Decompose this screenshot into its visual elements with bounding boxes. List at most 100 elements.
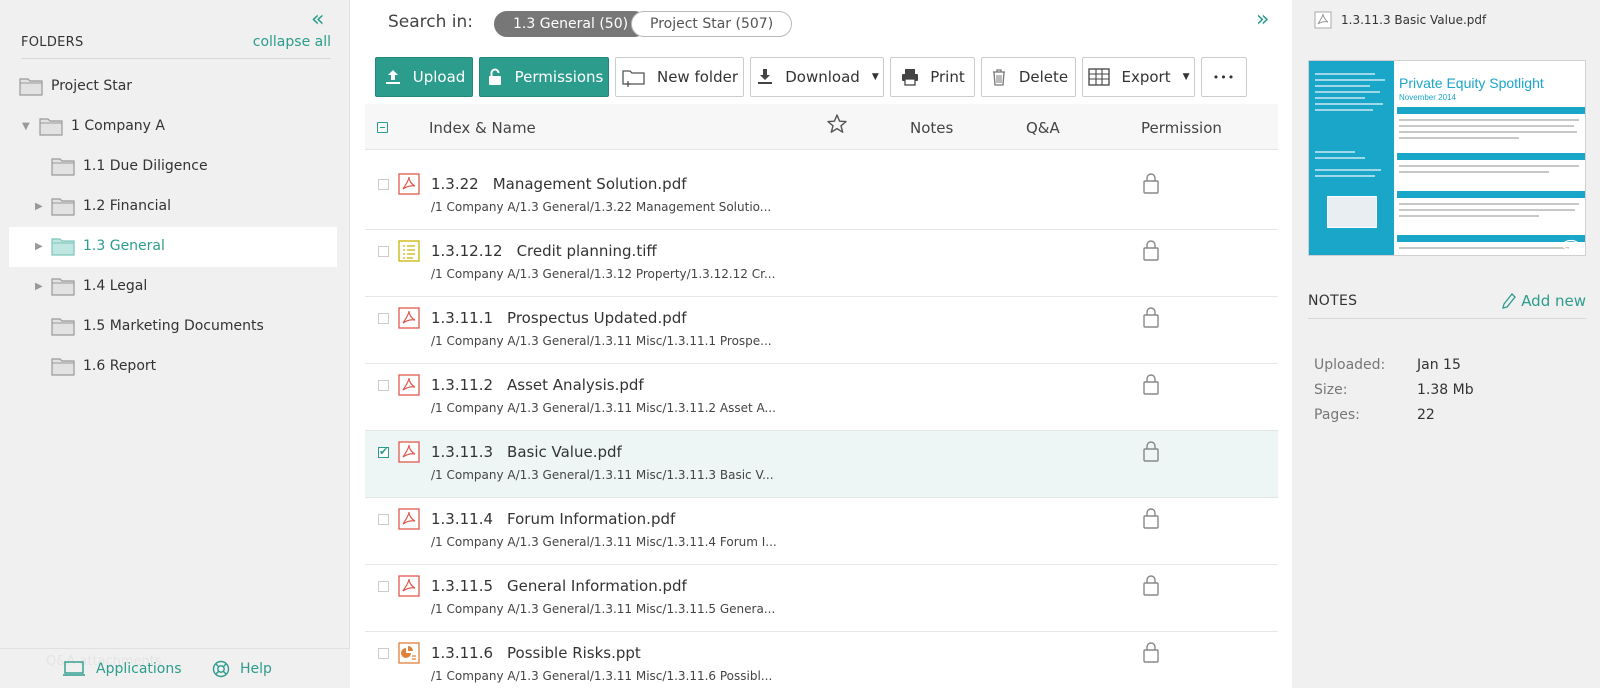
file-path: /1 Company A/1.3 General/1.3.11 Misc/1.3… (431, 602, 776, 616)
sidebar-item-folder[interactable]: 1.5 Marketing Documents (9, 307, 337, 347)
file-path: /1 Company A/1.3 General/1.3.11 Misc/1.3… (431, 401, 776, 415)
table-header: Index & Name Notes Q&A Permission (365, 104, 1278, 150)
delete-button[interactable]: Delete (981, 57, 1076, 97)
table-row[interactable]: 1.3.12.12 Credit planning.tiff/1 Company … (365, 230, 1278, 297)
table-row[interactable]: 1.3.22 Management Solution.pdf/1 Company … (365, 163, 1278, 230)
table-row[interactable]: 1.3.11.6 Possible Risks.ppt/1 Company A/1… (365, 632, 1278, 688)
table-row[interactable]: 1.3.11.4 Forum Information.pdf/1 Company … (365, 498, 1278, 565)
file-title[interactable]: 1.3.22 Management Solution.pdf (431, 175, 687, 193)
lock-icon[interactable] (1142, 239, 1160, 261)
permissions-button[interactable]: Permissions (479, 57, 609, 97)
eye-icon[interactable] (1561, 239, 1581, 251)
download-button[interactable]: Download ▼ (750, 57, 884, 97)
row-checkbox[interactable]: ✔ (378, 445, 389, 458)
table-row[interactable]: ✔ 1.3.11.3 Basic Value.pdf/1 Company A/1.3… (365, 431, 1278, 498)
row-checkbox[interactable] (378, 313, 389, 324)
upload-button[interactable]: Upload (375, 57, 473, 97)
row-checkbox[interactable] (378, 648, 389, 659)
file-rows: 1.3.22 Management Solution.pdf/1 Company … (365, 163, 1278, 688)
new-folder-button[interactable]: New folder (615, 57, 744, 97)
sidebar-item-folder[interactable]: ▼ 1 Company A (9, 107, 337, 147)
caret-right-icon[interactable]: ▶ (35, 281, 43, 292)
expand-details-icon[interactable]: » (1256, 9, 1269, 31)
preview-title: Private Equity Spotlight (1399, 75, 1544, 91)
file-list-panel: Search in: 1.3 General (50) Project Star… (351, 0, 1292, 688)
file-title[interactable]: 1.3.11.4 Forum Information.pdf (431, 510, 675, 528)
applications-link[interactable]: Applications (62, 660, 182, 678)
pdf-file-icon (398, 508, 420, 530)
col-permission[interactable]: Permission (1141, 119, 1222, 137)
print-button[interactable]: Print (890, 57, 975, 97)
sidebar-item-label: 1.2 Financial (83, 198, 172, 214)
table-row[interactable]: 1.3.11.2 Asset Analysis.pdf/1 Company A/1… (365, 364, 1278, 431)
file-title[interactable]: 1.3.11.5 General Information.pdf (431, 577, 687, 595)
lock-icon[interactable] (1142, 373, 1160, 395)
row-checkbox[interactable] (378, 179, 389, 190)
folder-icon (19, 76, 43, 96)
lock-icon[interactable] (1142, 641, 1160, 663)
export-button[interactable]: Export ▼ (1082, 57, 1195, 97)
lock-icon[interactable] (1142, 172, 1160, 194)
file-index: 1.3.11.6 (431, 644, 494, 662)
file-index: 1.3.11.5 (431, 577, 494, 595)
caret-right-icon[interactable]: ▶ (35, 201, 43, 212)
row-checkbox[interactable] (378, 581, 389, 592)
trash-icon (992, 69, 1005, 86)
help-link[interactable]: Help (212, 660, 272, 678)
select-all-checkbox[interactable] (377, 122, 388, 133)
row-checkbox[interactable] (378, 380, 389, 391)
pencil-icon (1502, 293, 1517, 309)
row-checkbox[interactable] (378, 514, 389, 525)
file-index: 1.3.12.12 (431, 242, 503, 260)
collapse-all-link[interactable]: collapse all (253, 34, 331, 50)
lock-icon[interactable] (1142, 440, 1160, 462)
upload-icon (385, 70, 400, 84)
lock-icon[interactable] (1142, 507, 1160, 529)
collapse-sidebar-icon[interactable]: « (311, 9, 324, 31)
folder-icon (51, 156, 75, 176)
file-title[interactable]: 1.3.11.1 Prospectus Updated.pdf (431, 309, 687, 327)
table-row[interactable]: 1.3.11.5 General Information.pdf/1 Compan… (365, 565, 1278, 632)
file-title[interactable]: 1.3.11.2 Asset Analysis.pdf (431, 376, 644, 394)
meta-value: 1.38 Mb (1417, 382, 1474, 398)
search-scope-project[interactable]: Project Star (507) (631, 11, 793, 37)
new-folder-label: New folder (656, 68, 739, 86)
more-actions-button[interactable]: ••• (1201, 57, 1247, 97)
caret-right-icon[interactable]: ▶ (35, 241, 43, 252)
meta-value: Jan 15 (1417, 357, 1461, 373)
folder-icon (51, 196, 75, 216)
add-note-link[interactable]: Add new (1501, 292, 1586, 310)
sidebar-item-label: 1 Company A (71, 118, 165, 134)
sidebar-item-folder[interactable]: 1.6 Report (9, 347, 337, 387)
row-checkbox[interactable] (378, 246, 389, 257)
file-path: /1 Company A/1.3 General/1.3.11 Misc/1.3… (431, 334, 772, 348)
table-row[interactable]: 1.3.11.1 Prospectus Updated.pdf/1 Company… (365, 297, 1278, 364)
file-name: Asset Analysis.pdf (507, 376, 644, 394)
selected-file: 1.3.11.3 Basic Value.pdf (1314, 11, 1486, 29)
file-path: /1 Company A/1.3 General/1.3.11 Misc/1.3… (431, 468, 774, 482)
document-preview[interactable]: Private Equity Spotlight November 2014 (1308, 60, 1586, 256)
file-title[interactable]: 1.3.11.3 Basic Value.pdf (431, 443, 622, 461)
sidebar-item-folder[interactable]: Project Star (9, 67, 337, 107)
sidebar-item-folder[interactable]: 1.1 Due Diligence (9, 147, 337, 187)
lock-icon[interactable] (1142, 306, 1160, 328)
preview-subtitle: November 2014 (1399, 93, 1456, 102)
search-scope-current[interactable]: 1.3 General (50) (494, 11, 648, 37)
lock-icon[interactable] (1142, 574, 1160, 596)
pdf-file-icon (398, 374, 420, 396)
folders-sidebar: « FOLDERS collapse all Project Star ▼ 1 Co… (0, 0, 350, 688)
star-icon[interactable] (826, 113, 848, 135)
pdf-file-icon (398, 307, 420, 329)
file-title[interactable]: 1.3.12.12 Credit planning.tiff (431, 242, 657, 260)
sidebar-item-folder[interactable]: ▶ 1.3 General (9, 227, 337, 267)
col-index-name[interactable]: Index & Name (429, 119, 536, 137)
col-notes[interactable]: Notes (910, 119, 953, 137)
file-path: /1 Company A/1.3 General/1.3.11 Misc/1.3… (431, 535, 777, 549)
notes-header: NOTES Add new (1308, 281, 1586, 319)
meta-key: Size: (1314, 382, 1348, 398)
sidebar-item-folder[interactable]: ▶ 1.2 Financial (9, 187, 337, 227)
caret-down-icon[interactable]: ▼ (22, 121, 30, 132)
file-title[interactable]: 1.3.11.6 Possible Risks.ppt (431, 644, 641, 662)
col-qa[interactable]: Q&A (1026, 119, 1060, 137)
sidebar-item-folder[interactable]: ▶ 1.4 Legal (9, 267, 337, 307)
